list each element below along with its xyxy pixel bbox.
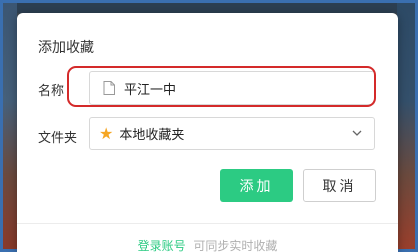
add-bookmark-dialog: 添加收藏 名称 平江一中 文件夹 ★ 本地收藏夹 添加 取消 登录账号 可同步实… [17, 13, 398, 252]
bookmark-name-value: 平江一中 [124, 82, 177, 98]
folder-label: 文件夹 [38, 131, 78, 146]
page-icon [103, 81, 115, 95]
background-page-right [397, 3, 415, 249]
login-link[interactable]: 登录账号 [138, 239, 186, 252]
folder-select-value: 本地收藏夹 [119, 128, 185, 143]
background-page-top [3, 3, 415, 13]
folder-select[interactable]: ★ 本地收藏夹 [89, 117, 375, 150]
footer-divider [17, 223, 398, 224]
name-label: 名称 [38, 84, 65, 99]
background-page-left [3, 3, 17, 249]
dialog-title: 添加收藏 [38, 40, 94, 56]
chevron-down-icon [352, 130, 362, 136]
star-icon: ★ [99, 123, 114, 143]
add-button[interactable]: 添加 [220, 169, 293, 202]
sync-hint-text: 可同步实时收藏 [193, 239, 278, 252]
bookmark-name-input[interactable]: 平江一中 [89, 71, 375, 105]
cancel-button[interactable]: 取消 [303, 169, 376, 202]
dialog-footer: 登录账号 可同步实时收藏 [17, 237, 398, 252]
